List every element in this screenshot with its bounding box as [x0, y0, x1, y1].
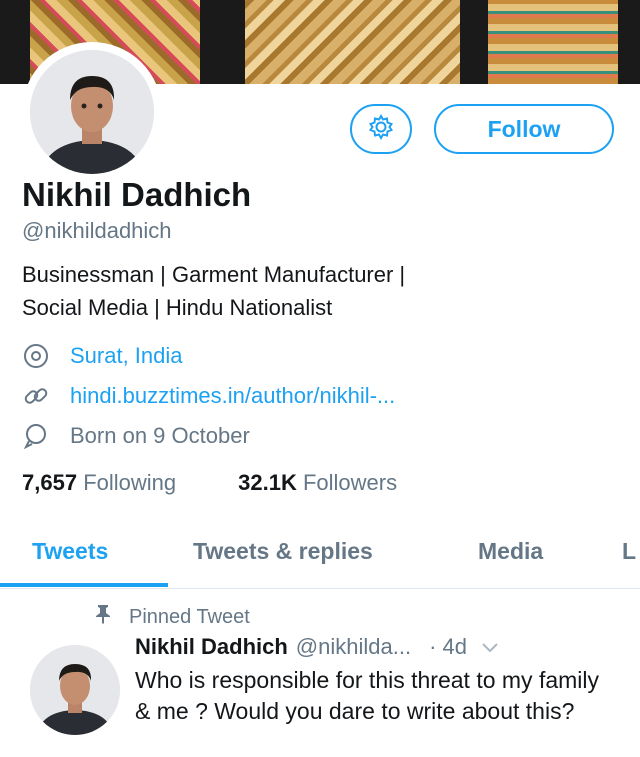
avatar-photo: [30, 50, 154, 174]
settings-button[interactable]: [350, 104, 412, 154]
tab-tweets[interactable]: Tweets: [32, 538, 108, 565]
following-count: 7,657: [22, 470, 78, 495]
website-link[interactable]: hindi.buzztimes.in/author/nikhil-...: [70, 383, 395, 409]
tweet-text: Who is responsible for this threat to my…: [135, 667, 599, 724]
location-icon: [22, 342, 56, 370]
location-row: Surat, India: [22, 342, 183, 370]
tweet-avatar[interactable]: [30, 645, 120, 735]
chevron-down-icon[interactable]: [481, 634, 499, 660]
followers-label: Followers: [302, 470, 398, 495]
website-row: hindi.buzztimes.in/author/nikhil-...: [22, 382, 395, 410]
profile-name: Nikhil Dadhich: [22, 176, 252, 213]
tweet-author-handle[interactable]: @nikhilda...: [296, 634, 411, 660]
gear-icon: [367, 113, 395, 146]
profile-stats: 7,657 Following 32.1K Followers: [22, 470, 397, 496]
followers-count: 32.1K: [238, 470, 297, 495]
pinned-label: Pinned Tweet: [129, 605, 250, 628]
link-icon: [22, 382, 56, 410]
following-label: Following: [83, 470, 177, 495]
active-tab-indicator: [0, 583, 168, 587]
tweet-timestamp[interactable]: · 4d: [429, 634, 467, 660]
tab-media[interactable]: Media: [478, 538, 543, 565]
follow-button[interactable]: Follow: [434, 104, 614, 154]
followers-stat[interactable]: 32.1K Followers: [238, 470, 397, 496]
profile-avatar[interactable]: [22, 42, 162, 182]
location-link[interactable]: Surat, India: [70, 343, 183, 369]
birthday-text: Born on 9 October: [70, 423, 250, 448]
profile-bio: Businessman | Garment Manufacturer | Soc…: [22, 258, 622, 324]
following-stat[interactable]: 7,657 Following: [22, 470, 176, 496]
pin-icon: [95, 604, 111, 630]
bio-line-2: Social Media | Hindu Nationalist: [22, 295, 333, 320]
bio-line-1: Businessman | Garment Manufacturer |: [22, 262, 406, 287]
banner-pattern-center: [245, 0, 460, 84]
balloon-icon: [22, 422, 56, 450]
banner-pattern-right: [488, 0, 618, 84]
tweet-header: Nikhil Dadhich @nikhilda... · 4d: [135, 634, 625, 660]
tab-tweets-replies[interactable]: Tweets & replies: [193, 538, 373, 565]
profile-handle: @nikhildadhich: [22, 218, 172, 243]
tab-likes[interactable]: L: [622, 538, 636, 565]
birthday-row: Born on 9 October: [22, 422, 250, 450]
profile-tabs: Tweets Tweets & replies Media L: [0, 530, 640, 589]
pinned-indicator: Pinned Tweet: [95, 604, 250, 630]
tweet-author-name[interactable]: Nikhil Dadhich: [135, 634, 288, 660]
